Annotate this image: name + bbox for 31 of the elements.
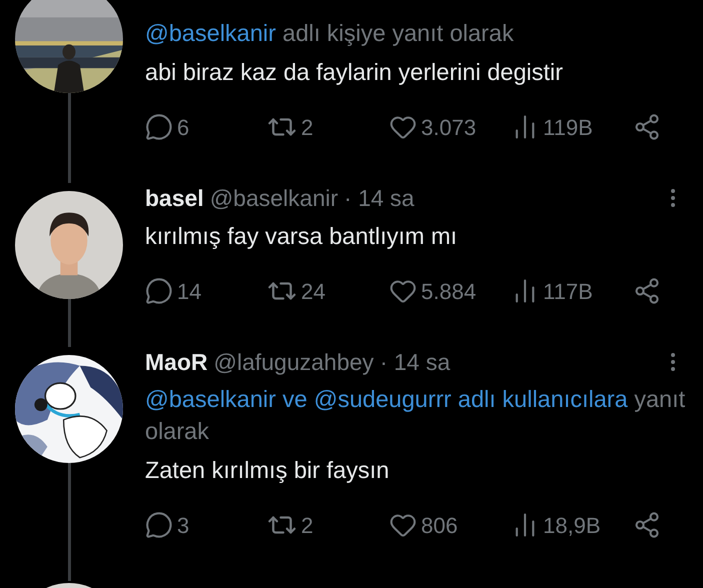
user-handle: @lafuguzahbey — [214, 348, 374, 377]
reply-context: @baselkanir ve @sudeugurrr adlı kullanıcılara yanıt olarak — [145, 385, 686, 446]
reply-icon[interactable] — [145, 277, 173, 305]
display-name[interactable]: MaoR — [145, 344, 208, 380]
tweet-time: · 14 sa — [344, 184, 414, 213]
like-count: 806 — [421, 512, 458, 540]
share-icon[interactable] — [633, 277, 661, 305]
reply-count: 6 — [177, 114, 190, 142]
share-icon[interactable] — [633, 511, 661, 539]
reply-icon[interactable] — [145, 511, 173, 539]
reply-count: 3 — [177, 512, 190, 540]
like-count: 5.884 — [421, 278, 476, 306]
tweet-text: abi biraz kaz da faylarin yerlerini degistir — [145, 58, 564, 87]
tweet-time: · 14 sa — [380, 348, 450, 377]
retweet-count: 2 — [301, 114, 314, 142]
reply-icon[interactable] — [145, 113, 173, 141]
view-count: 18,9B — [543, 512, 600, 540]
user-handle: @baselkanir — [210, 184, 338, 213]
mention-link[interactable]: @baselkanir ve @sudeugurrr adlı kullanıcılara — [145, 386, 628, 412]
view-count: 117B — [543, 278, 593, 306]
like-count: 3.073 — [421, 114, 476, 142]
reply-context: @baselkanir adlı kişiye yanıt olarak — [145, 19, 515, 48]
tweet-text: kırılmış fay varsa bantlıyım mı — [145, 222, 458, 251]
reply-count: 14 — [177, 278, 202, 306]
share-icon[interactable] — [633, 113, 661, 141]
mention-link[interactable]: @baselkanir — [145, 20, 276, 46]
display-name[interactable]: basel — [145, 180, 204, 216]
retweet-count: 24 — [301, 278, 326, 306]
retweet-count: 2 — [301, 512, 314, 540]
view-count: 119B — [543, 114, 593, 142]
tweet-text: Zaten kırılmış bir faysın — [145, 456, 390, 485]
